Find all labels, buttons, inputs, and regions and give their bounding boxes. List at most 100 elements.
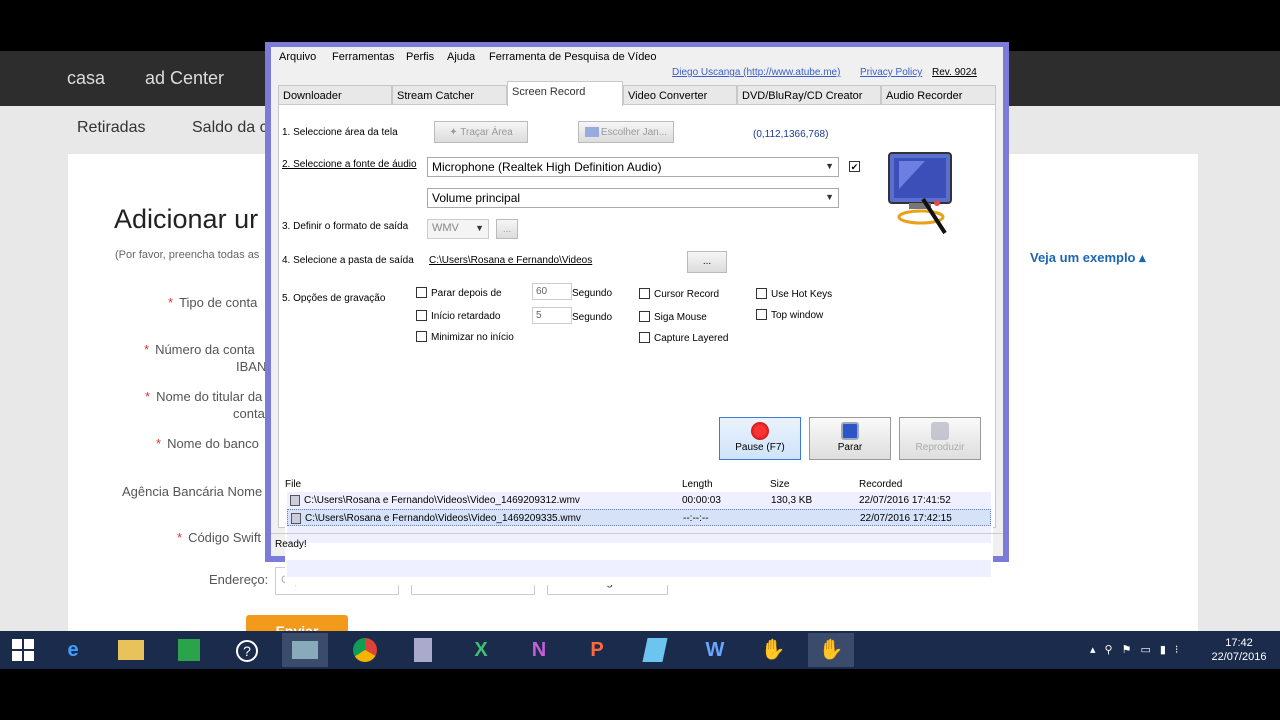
chevron-down-icon: ▼ [825, 161, 834, 171]
bottom-black-bar [0, 669, 1280, 720]
web-nav-ad-center[interactable]: ad Center [145, 68, 224, 89]
web-subnav-withdrawals[interactable]: Retiradas [77, 119, 145, 137]
label-account-type: * Tipo de conta [168, 295, 258, 310]
label-account-holder: * Nome do titular da [145, 389, 263, 404]
powerpoint-icon[interactable]: P [574, 633, 620, 667]
send-button[interactable]: Enviar [246, 615, 348, 631]
label-bank-name: * Nome do banco [156, 436, 259, 451]
tab-strip: Downloader Stream Catcher Screen Record … [278, 81, 996, 106]
excel-icon[interactable]: X [458, 633, 504, 667]
browse-folder-button[interactable]: ... [687, 251, 727, 273]
internet-explorer-icon[interactable]: e [50, 633, 96, 667]
tab-dvd-creator[interactable]: DVD/BluRay/CD Creator [737, 85, 881, 105]
record-icon [751, 422, 769, 440]
minimize-checkbox[interactable] [416, 331, 427, 342]
stop-button[interactable]: Parar [809, 417, 891, 460]
stop-after-checkbox[interactable] [416, 287, 427, 298]
system-tray-icons[interactable]: ▴⚲⚑▭▮⁝ [1090, 643, 1187, 656]
play-icon [931, 422, 949, 440]
web-nav-home[interactable]: casa [67, 68, 105, 89]
capture-layered-checkbox[interactable] [639, 332, 650, 343]
tab-video-converter[interactable]: Video Converter [623, 85, 737, 105]
app-client-area: Arquivo Ferramentas Perfis Ajuda Ferrame… [271, 47, 1003, 585]
tab-downloader[interactable]: Downloader [278, 85, 392, 105]
word-icon[interactable]: W [692, 633, 738, 667]
example-link[interactable]: Veja um exemplo ▴ [1030, 250, 1146, 266]
tab-audio-recorder[interactable]: Audio Recorder [881, 85, 996, 105]
step5-label: 5. Opções de gravação [282, 293, 386, 304]
trace-area-button[interactable]: ✦ Traçar Área [434, 121, 528, 143]
form-hint: (Por favor, preencha todas as [115, 249, 260, 261]
label-address: Endereço: [209, 572, 269, 587]
privacy-policy-link[interactable]: Privacy Policy [860, 67, 922, 78]
stop-after-seconds-input[interactable]: 60 [532, 283, 572, 300]
label-bank-branch: Agência Bancária Nome [122, 484, 263, 499]
follow-mouse-label: Siga Mouse [654, 312, 707, 323]
start-windows-icon[interactable] [0, 633, 46, 667]
stop-after-label: Parar depois de [431, 288, 502, 299]
chrome-icon[interactable] [342, 633, 388, 667]
web-subnav-balance[interactable]: Saldo da c [192, 119, 268, 137]
pause-button[interactable]: Pause (F7) [719, 417, 801, 460]
column-size[interactable]: Size [770, 479, 789, 490]
output-folder-field[interactable]: C:\Users\Rosana e Fernando\Videos [427, 251, 681, 271]
menu-bar: Arquivo Ferramentas Perfis Ajuda Ferrame… [271, 47, 1003, 67]
menu-profiles[interactable]: Perfis [406, 51, 434, 63]
tab-stream-catcher[interactable]: Stream Catcher [392, 85, 507, 105]
help-icon[interactable]: ? [224, 633, 270, 667]
label-iban: IBAN [236, 359, 267, 374]
hot-keys-checkbox[interactable] [756, 288, 767, 299]
label-account-number: * Número da conta [144, 342, 255, 357]
top-window-label: Top window [771, 310, 824, 321]
delayed-start-label: Início retardado [431, 311, 501, 322]
play-button[interactable]: Reproduzir [899, 417, 981, 460]
stop-icon [841, 422, 859, 440]
format-options-button[interactable]: ... [496, 219, 518, 239]
atube-catcher-icon[interactable]: ✋ [750, 633, 796, 667]
author-link[interactable]: Diego Uscanga (http://www.atube.me) [672, 67, 840, 78]
delay-seconds-input[interactable]: 5 [532, 307, 572, 324]
chevron-down-icon: ▼ [825, 192, 834, 202]
audio-source-select[interactable]: Microphone (Realtek High Definition Audi… [427, 157, 839, 177]
column-length[interactable]: Length [682, 479, 713, 490]
cursor-record-checkbox[interactable] [639, 288, 650, 299]
screen: casa ad Center Retiradas Saldo da c Adic… [0, 0, 1280, 720]
store-icon[interactable] [166, 633, 212, 667]
table-row[interactable]: C:\Users\Rosana e Fernando\Videos\Video_… [287, 492, 991, 509]
menu-tools[interactable]: Ferramentas [332, 51, 394, 63]
recordings-list[interactable]: File Length Size Recorded C:\Users\Rosan… [285, 475, 993, 585]
revision-link[interactable]: Rev. 9024 [932, 67, 977, 78]
label-account-holder-2: conta [233, 406, 265, 421]
follow-mouse-checkbox[interactable] [639, 311, 650, 322]
capture-layered-label: Capture Layered [654, 333, 729, 344]
table-row[interactable]: C:\Users\Rosana e Fernando\Videos\Video_… [287, 509, 991, 526]
choose-window-button[interactable]: Escolher Jan... [578, 121, 674, 143]
remote-desktop-icon[interactable] [282, 633, 328, 667]
menu-help[interactable]: Ajuda [447, 51, 475, 63]
hot-keys-label: Use Hot Keys [771, 289, 833, 300]
volume-select[interactable]: Volume principal ▼ [427, 188, 839, 208]
screen-record-logo-icon [885, 151, 957, 235]
coords-readout: (0,112,1366,768) [753, 129, 829, 140]
menu-video-search[interactable]: Ferramenta de Pesquisa de Vídeo [489, 51, 657, 63]
column-file[interactable]: File [285, 479, 301, 490]
notepad-icon[interactable] [632, 633, 678, 667]
video-file-icon [290, 495, 300, 506]
menu-file[interactable]: Arquivo [279, 51, 316, 63]
calculator-icon[interactable] [400, 633, 446, 667]
audio-enabled-checkbox[interactable]: ✔ [849, 161, 860, 172]
onenote-icon[interactable]: N [516, 633, 562, 667]
clock[interactable]: 17:42 22/07/2016 [1206, 636, 1272, 664]
atube-catcher-active-icon[interactable]: ✋ [808, 633, 854, 667]
delayed-start-checkbox[interactable] [416, 310, 427, 321]
format-select[interactable]: WMV ▼ [427, 219, 489, 239]
tab-screen-record[interactable]: Screen Record [507, 81, 623, 106]
screen-record-panel: 1. Seleccione área da tela ✦ Traçar Área… [278, 104, 996, 585]
empty-row [287, 560, 991, 577]
file-explorer-icon[interactable] [108, 633, 154, 667]
wand-icon: ✦ [449, 127, 461, 138]
top-window-checkbox[interactable] [756, 309, 767, 320]
column-recorded[interactable]: Recorded [859, 479, 902, 490]
app-window: Arquivo Ferramentas Perfis Ajuda Ferrame… [265, 42, 1009, 585]
page-title: Adicionar ur [114, 204, 259, 234]
